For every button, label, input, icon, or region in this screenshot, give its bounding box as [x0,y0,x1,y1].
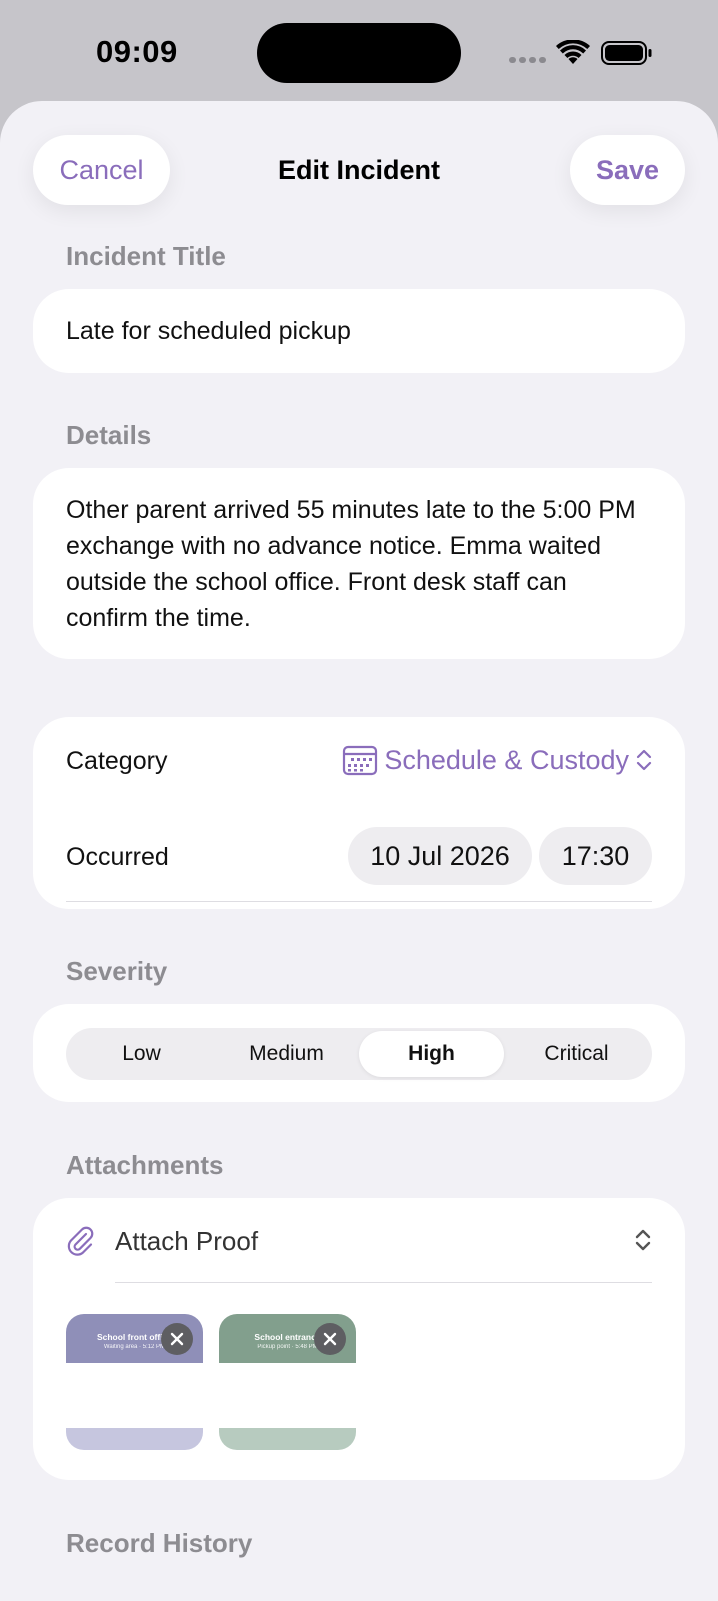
status-time: 09:09 [96,34,178,69]
close-icon [170,1332,184,1346]
wifi-icon [556,40,590,64]
calendar-icon [343,745,378,776]
details-field[interactable]: Other parent arrived 55 minutes late to … [33,468,685,659]
edit-incident-sheet: Cancel Edit Incident Save Incident Title… [0,101,718,1601]
attachments-label: Attachments [66,1150,224,1180]
dynamic-island [257,23,461,83]
divider [66,901,652,902]
divider [115,1282,652,1283]
incident-title-field[interactable]: Late for scheduled pickup [33,289,685,373]
category-picker[interactable]: Schedule & Custody [342,744,653,776]
paperclip-icon [67,1226,94,1256]
category-occurred-card: Category Schedule & Custody Occurred 10 … [33,717,685,909]
remove-attachment-button[interactable] [314,1323,346,1355]
chevron-up-down-icon [636,749,652,771]
record-history-label: Record History [66,1528,253,1558]
severity-option-high[interactable]: High [359,1031,504,1077]
category-label: Category [66,747,168,775]
status-bar: 09:09 [0,0,718,104]
incident-title-label: Incident Title [66,241,226,271]
attachments-card: Attach Proof School front office Waiting… [33,1198,685,1480]
attach-proof-picker[interactable]: Attach Proof [115,1226,258,1257]
category-value: Schedule & Custody [384,744,629,775]
close-icon [323,1332,337,1346]
severity-option-critical[interactable]: Critical [504,1031,649,1077]
save-button[interactable]: Save [570,135,685,205]
severity-segmented-control: Low Medium High Critical [66,1028,652,1080]
remove-attachment-button[interactable] [161,1323,193,1355]
occurred-time-picker[interactable]: 17:30 [539,827,652,885]
battery-icon [601,41,652,65]
severity-option-medium[interactable]: Medium [214,1031,359,1077]
cellular-signal-icon [509,57,546,63]
severity-label: Severity [66,956,168,986]
occurred-label: Occurred [66,843,169,871]
chevron-up-down-icon[interactable] [633,1226,653,1254]
severity-option-low[interactable]: Low [69,1031,214,1077]
details-label: Details [66,420,152,450]
severity-card: Low Medium High Critical [33,1004,685,1102]
occurred-date-picker[interactable]: 10 Jul 2026 [348,827,532,885]
